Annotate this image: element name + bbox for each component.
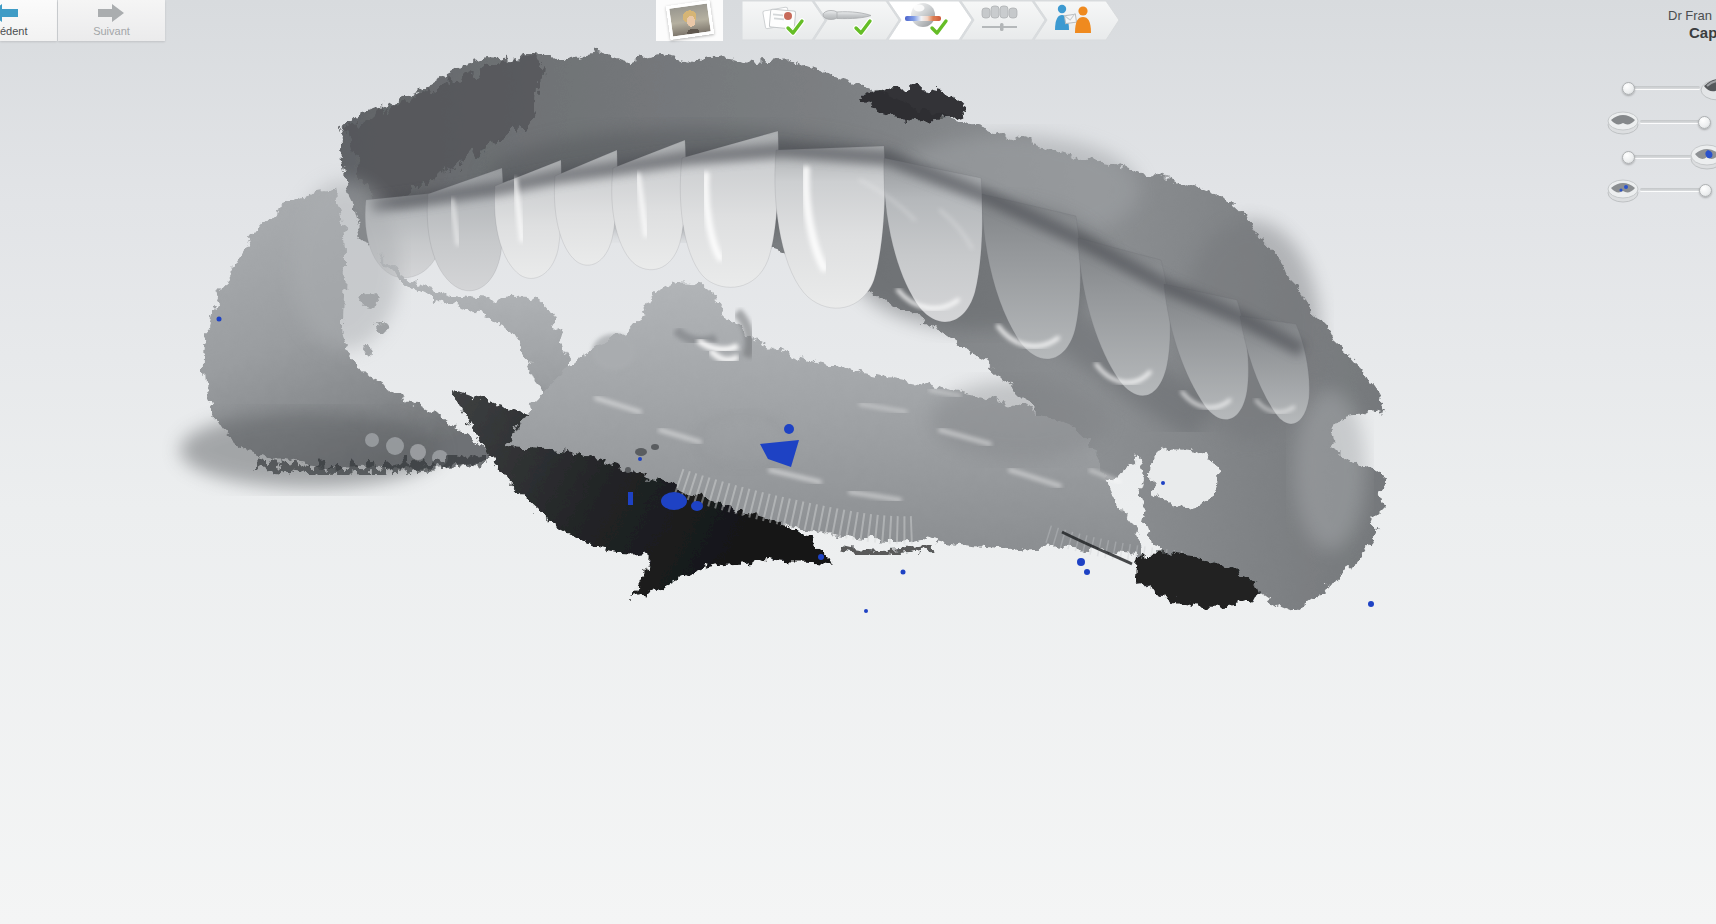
layer-icon-lower-jaw[interactable] [1605, 105, 1641, 138]
layer-slider-handle-1[interactable] [1622, 82, 1635, 95]
layer-slider-track-4[interactable] [1640, 188, 1704, 191]
layer-slider-track-3[interactable] [1627, 155, 1692, 158]
dental-scan-3d-view[interactable] [0, 0, 1716, 924]
user-label: Dr Fran Capl [1668, 8, 1716, 40]
layer-slider-track-1[interactable] [1627, 86, 1700, 89]
layer-slider-handle-3[interactable] [1622, 151, 1635, 164]
layer-icon-upper-jaw[interactable] [1698, 68, 1716, 104]
previous-arrow-icon [0, 3, 18, 23]
workflow-step-patient-photo[interactable] [656, 0, 723, 41]
previous-button-label: édent [0, 25, 57, 37]
workflow-step-acquisition[interactable] [814, 1, 899, 40]
previous-button[interactable]: édent [0, 0, 57, 41]
next-arrow-icon [98, 3, 126, 23]
layer-icon-bite-1[interactable] [1688, 138, 1716, 174]
patient-name: Capl [1689, 25, 1716, 40]
next-button-label: Suivant [58, 25, 165, 37]
doctor-name: Dr Fran [1668, 8, 1716, 23]
layer-slider-handle-2[interactable] [1698, 116, 1711, 129]
workflow-steps-bar [742, 0, 1122, 42]
next-button[interactable]: Suivant [58, 0, 165, 41]
layer-slider-track-2[interactable] [1640, 120, 1704, 123]
patient-photo [666, 0, 714, 40]
layer-icon-bite-2[interactable] [1605, 173, 1641, 206]
layer-slider-handle-4[interactable] [1699, 184, 1712, 197]
